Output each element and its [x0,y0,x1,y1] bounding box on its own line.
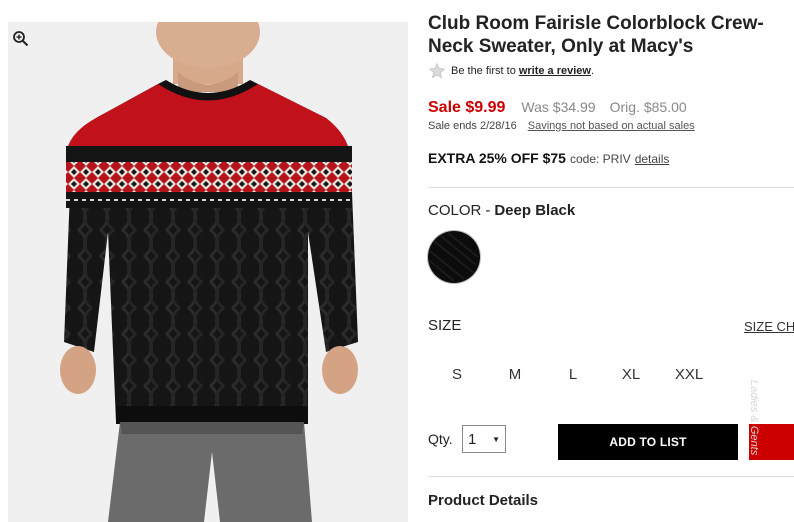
product-image[interactable] [8,22,408,522]
size-option-l[interactable]: L [544,366,602,383]
was-price: Was $34.99 [521,99,596,115]
promo-code: code: PRIV [569,152,631,166]
divider [428,476,794,477]
product-title: Club Room Fairisle Colorblock Crew- Neck… [428,12,794,58]
dropdown-arrow-icon: ▼ [492,435,500,444]
product-details-heading[interactable]: Product Details [428,492,538,509]
quantity-value: 1 [468,430,477,448]
size-option-m[interactable]: M [486,366,544,383]
size-option-xxl[interactable]: XXL [660,366,718,383]
sale-ends-text: Sale ends 2/28/16 [428,120,517,132]
product-title-line2: Neck Sweater, Only at Macy's [428,36,694,57]
promo-row: EXTRA 25% OFF $75 code: PRIV details [428,150,669,166]
size-option-xl[interactable]: XL [602,366,660,383]
size-option-s[interactable]: S [428,366,486,383]
sale-ends-row: Sale ends 2/28/16 Savings not based on a… [428,120,695,132]
product-title-line1: Club Room Fairisle Colorblock Crew- [428,13,764,34]
quantity-select[interactable]: 1 ▼ [462,425,506,453]
divider [428,187,794,188]
price-row: Sale $9.99 Was $34.99 Orig. $85.00 [428,99,687,117]
savings-note-link[interactable]: Savings not based on actual sales [528,120,695,132]
color-label-text: COLOR [428,202,482,219]
promo-details-link[interactable]: details [635,152,670,166]
size-chart-link[interactable]: SIZE CH [744,319,794,334]
star-icon [428,62,446,79]
color-swatch-deep-black[interactable] [428,231,480,283]
color-separator: - [485,202,491,219]
rating-suffix: . [590,65,595,77]
quantity-label: Qty. [428,431,453,447]
promo-headline: EXTRA 25% OFF $75 [428,150,566,166]
knit-texture [429,232,479,282]
sweater-illustration [60,22,358,522]
selected-color-name: Deep Black [494,202,576,219]
rating-prefix: Be the first to [451,65,516,77]
color-label: COLOR - Deep Black [428,202,575,219]
sale-price: Sale $9.99 [428,99,506,116]
rating-row: Be the first to write a review . [428,62,594,80]
original-price: Orig. $85.00 [609,99,687,115]
watermark: Ladies & Gents [748,380,760,456]
add-to-list-button[interactable]: ADD TO LIST [558,424,738,460]
zoom-icon[interactable] [12,30,30,48]
size-label: SIZE [428,317,462,334]
write-review-link[interactable]: write a review [519,65,591,77]
size-options: S M L XL XXL [428,366,718,383]
